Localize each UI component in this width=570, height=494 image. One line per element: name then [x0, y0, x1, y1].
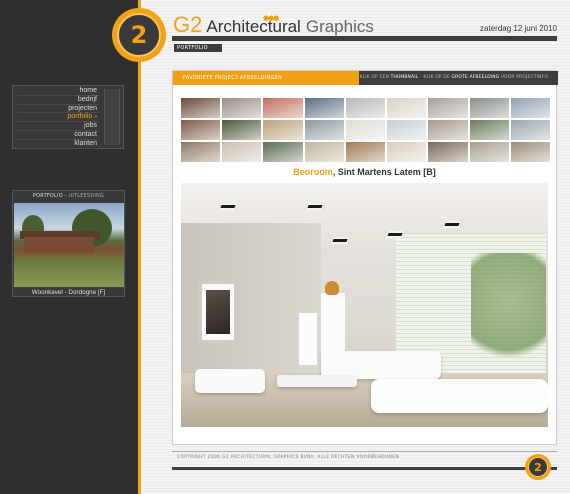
nav-item-label: portfolio: [67, 113, 93, 121]
hint-bold: THUMBNAIL: [390, 75, 419, 80]
tab-hint: KLIK OP EEN THUMBNAIL - KLIK OP DE GROTE…: [359, 71, 558, 85]
project-thumbnail[interactable]: [304, 142, 344, 162]
project-name: Beoroom: [293, 167, 333, 177]
project-thumbnail[interactable]: [181, 142, 221, 162]
project-thumbnail[interactable]: [345, 98, 386, 118]
nav-item-label: contact: [74, 130, 97, 138]
nav-item-contact[interactable]: contact: [17, 131, 99, 140]
table-shape: [277, 375, 357, 387]
main-tabs: FAVORIETE PROJECT-AFBEELDINGEN KLIK OP E…: [173, 71, 558, 85]
nav-item-home[interactable]: home: [17, 87, 99, 96]
main-project-image[interactable]: [181, 183, 548, 427]
project-thumbnail[interactable]: [222, 142, 262, 162]
portfolio-preview: PORTFOLIO - UITLEESDING Woonkavel - Dord…: [12, 190, 125, 297]
nav-item-label: bedrijf: [77, 95, 97, 103]
project-thumbnail[interactable]: [263, 142, 303, 162]
main-nav: home bedrijf projecten portfolio» jobs contac…: [12, 85, 124, 149]
hint-text: VOOR PROJECTINFO: [499, 75, 548, 80]
statue-shape: [325, 281, 339, 295]
ceiling-spot: [384, 231, 406, 238]
house-shape: [24, 237, 94, 253]
preview-image[interactable]: [14, 203, 124, 287]
nav-item-klanten[interactable]: klanten: [17, 140, 99, 149]
project-location: , Sint Martens Latem [B]: [332, 167, 436, 177]
nav-item-label: jobs: [84, 122, 97, 130]
ceiling-spot: [329, 237, 351, 244]
nav-item-projecten[interactable]: projecten: [17, 105, 99, 114]
project-thumbnail[interactable]: [345, 142, 386, 162]
project-thumbnail[interactable]: [469, 98, 509, 118]
project-thumbnail[interactable]: [469, 142, 509, 162]
hint-bold: GROTE AFBEELDING: [451, 75, 500, 80]
sofa-shape: [371, 379, 548, 413]
copyright: COPYRIGHT 2006 G2 ARCHITECTURAL GRAPHICS…: [177, 455, 400, 460]
ceiling-spot: [304, 203, 326, 210]
logo[interactable]: 2: [112, 8, 166, 62]
nav-item-bedrijf[interactable]: bedrijf: [17, 96, 99, 105]
nav-item-label: projecten: [68, 104, 97, 112]
ceiling-spot: [441, 221, 463, 228]
project-thumbnail[interactable]: [428, 98, 468, 118]
thumbnail-grid: [181, 98, 550, 162]
brand-architectural: Architectural: [206, 17, 301, 36]
footer-divider: [172, 451, 557, 452]
project-thumbnail[interactable]: [263, 98, 303, 118]
project-thumbnail[interactable]: [222, 98, 262, 118]
logo-mark: 2: [117, 13, 161, 57]
nav-item-portfolio[interactable]: portfolio»: [17, 113, 99, 123]
project-thumbnail[interactable]: [428, 120, 468, 140]
brand-graphics: Graphics: [305, 17, 374, 36]
nav-item-label: home: [79, 87, 97, 94]
project-thumbnail[interactable]: [510, 120, 550, 140]
project-thumbnail[interactable]: [387, 98, 427, 118]
project-thumbnail[interactable]: [263, 120, 303, 140]
brand-g2: G2: [173, 12, 203, 37]
main-panel: FAVORIETE PROJECT-AFBEELDINGEN KLIK OP E…: [172, 70, 558, 445]
tv-shape: [199, 281, 237, 343]
project-thumbnail[interactable]: [222, 120, 262, 140]
ceiling-spot: [217, 203, 239, 210]
pedestal-shape: [299, 313, 317, 365]
nav-side-strip: [104, 89, 120, 145]
project-thumbnail[interactable]: [428, 142, 468, 162]
preview-title-main: PORTFOLIO: [32, 193, 63, 199]
brand-dots-icon: ●●●: [263, 14, 279, 22]
tv-screen: [206, 290, 230, 334]
project-thumbnail[interactable]: [387, 120, 427, 140]
footer-logo[interactable]: 2: [525, 454, 551, 480]
accent-divider: [138, 0, 141, 494]
project-thumbnail[interactable]: [387, 142, 427, 162]
project-title: Beoroom, Sint Martens Latem [B]: [173, 167, 556, 177]
project-thumbnail[interactable]: [510, 142, 550, 162]
current-date: zaterdag 12 juni 2010: [480, 24, 557, 33]
project-thumbnail[interactable]: [181, 98, 221, 118]
hint-text: KLIK OP EEN: [359, 75, 391, 80]
nav-item-label: klanten: [74, 139, 97, 147]
project-thumbnail[interactable]: [469, 120, 509, 140]
header-bar: [172, 36, 557, 41]
nav-item-jobs[interactable]: jobs: [17, 122, 99, 131]
project-thumbnail[interactable]: [345, 120, 386, 140]
preview-title-sub: UITLEESDING: [68, 193, 105, 199]
footer-bar: [172, 467, 557, 470]
project-thumbnail[interactable]: [181, 120, 221, 140]
ottoman-shape: [195, 369, 265, 393]
preview-caption: Woonkavel - Dordogne [F]: [31, 289, 106, 296]
hint-text: - KLIK OP DE: [418, 75, 452, 80]
tab-favorites[interactable]: FAVORIETE PROJECT-AFBEELDINGEN: [173, 71, 359, 85]
active-arrow-icon: »: [94, 114, 97, 121]
preview-title: PORTFOLIO - UITLEESDING: [13, 191, 124, 202]
breadcrumb: PORTFOLIO: [174, 44, 222, 52]
project-thumbnail[interactable]: [304, 120, 344, 140]
footer-logo-mark: 2: [528, 457, 548, 477]
project-thumbnail[interactable]: [304, 98, 344, 118]
project-thumbnail[interactable]: [510, 98, 550, 118]
plants-shape: [471, 253, 546, 373]
